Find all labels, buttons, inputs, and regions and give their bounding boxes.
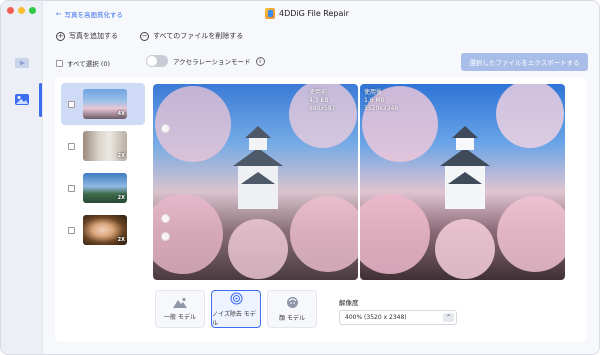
denoise-icon (230, 292, 242, 304)
castle-illustration (360, 84, 565, 279)
resolution-label: 解像度 (339, 299, 359, 307)
thumbnail-item[interactable]: 2X (61, 125, 145, 167)
before-size: 4.3 KB (309, 97, 329, 104)
action-row: + 写真を追加する − すべてのファイルを削除する (56, 31, 243, 41)
after-dims: 3520x2348 (364, 105, 399, 112)
export-button[interactable]: 選択したファイルをエクスポートする (461, 53, 588, 71)
acceleration-label: アクセラレーションモード (173, 58, 251, 66)
photo-enhance-nav[interactable] (12, 91, 32, 107)
workspace-panel: 4X 2X 2X 2X 使用前 4.3 KB 880x587 使用後 1.6 M… (55, 77, 587, 342)
model-label: 顔 モデル (279, 315, 305, 322)
select-all-checkbox[interactable] (56, 59, 63, 67)
general-model-button[interactable]: 一般 モデル (155, 290, 205, 328)
scale-badge: 4X (117, 111, 125, 117)
after-image-pane[interactable]: 使用後 1.6 MB 3520x2348 (360, 84, 565, 280)
thumbnail-item[interactable]: 2X (61, 167, 145, 209)
minimize-dot[interactable] (18, 7, 25, 14)
app-title-text: 4DDiG File Repair (279, 9, 349, 18)
thumbnail-checkbox[interactable] (68, 143, 75, 150)
select-all-label: すべて選択 (0) (67, 60, 111, 68)
selection-toolbar: すべて選択 (0) アクセラレーションモード i 選択したファイルをエクスポート… (56, 53, 588, 71)
thumbnail-item[interactable]: 2X (61, 209, 145, 251)
back-link[interactable]: ← 写真を高画質化する (56, 9, 123, 19)
acceleration-mode: アクセラレーションモード i (146, 55, 265, 67)
thumbnail-checkbox[interactable] (68, 185, 75, 192)
before-after-compare: 使用前 4.3 KB 880x587 使用後 1.6 MB 3520x2348 (153, 84, 565, 280)
plus-circle-icon: + (56, 31, 65, 41)
scale-badge: 2X (117, 195, 125, 201)
chevron-updown-icon: ⌃ (443, 313, 454, 322)
model-selector: 一般 モデル ノイズ除去 モデル 顔 モデル (155, 290, 317, 328)
video-icon (15, 58, 29, 68)
face-model-button[interactable]: 顔 モデル (267, 290, 317, 328)
info-icon[interactable]: i (255, 56, 265, 66)
zoom-handle-bottom[interactable] (161, 232, 170, 241)
zoom-handle-middle[interactable] (161, 214, 170, 223)
delete-all-label: すべてのファイルを削除する (153, 32, 244, 40)
thumbnail-checkbox[interactable] (68, 101, 75, 108)
active-indicator (39, 83, 42, 117)
thumbnail-item[interactable]: 4X (61, 83, 145, 125)
model-label: 一般 モデル (164, 314, 196, 321)
landscape-icon (173, 297, 187, 308)
video-repair-nav[interactable] (12, 55, 32, 71)
main-area: ← 写真を高画質化する 4DDiG File Repair + 写真を追加する … (43, 1, 599, 354)
before-label: 使用前 (309, 89, 328, 96)
face-icon (286, 297, 298, 308)
denoise-model-button[interactable]: ノイズ除去 モデル (211, 290, 261, 328)
left-rail (1, 1, 43, 354)
minus-circle-icon: − (140, 31, 149, 41)
zoom-handle-top[interactable] (161, 124, 170, 133)
castle-illustration (153, 84, 358, 279)
after-info: 使用後 1.6 MB 3520x2348 (364, 89, 398, 113)
add-photo-button[interactable]: + 写真を追加する (56, 31, 118, 41)
close-dot[interactable] (7, 7, 14, 14)
before-dims: 880x587 (309, 105, 336, 112)
window-controls (7, 7, 36, 14)
scale-badge: 2X (117, 237, 125, 243)
before-image-pane[interactable]: 使用前 4.3 KB 880x587 (153, 84, 358, 280)
thumbnail-image[interactable]: 2X (83, 131, 127, 161)
acceleration-toggle[interactable] (146, 55, 168, 67)
select-all[interactable]: すべて選択 (0) (56, 58, 110, 68)
topbar: ← 写真を高画質化する 4DDiG File Repair (43, 1, 599, 25)
thumbnail-image[interactable]: 4X (83, 89, 127, 119)
thumbnail-list: 4X 2X 2X 2X (61, 83, 145, 251)
app-logo-icon (265, 8, 275, 19)
thumbnail-image[interactable]: 2X (83, 173, 127, 203)
resolution-value: 400% (3520 x 2348) (345, 314, 407, 321)
app-title: 4DDiG File Repair (265, 8, 349, 19)
photo-icon (15, 93, 29, 105)
after-label: 使用後 (364, 89, 383, 96)
thumbnail-checkbox[interactable] (68, 227, 75, 234)
before-info: 使用前 4.3 KB 880x587 (309, 89, 335, 113)
resolution-select[interactable]: 400% (3520 x 2348) ⌃ (339, 310, 457, 325)
delete-all-button[interactable]: − すべてのファイルを削除する (140, 31, 243, 41)
after-size: 1.6 MB (364, 97, 385, 104)
arrow-left-icon: ← (56, 10, 62, 18)
scale-badge: 2X (117, 153, 125, 159)
thumbnail-image[interactable]: 2X (83, 215, 127, 245)
app-window: ← 写真を高画質化する 4DDiG File Repair + 写真を追加する … (0, 0, 600, 355)
back-label: 写真を高画質化する (64, 11, 123, 19)
add-photo-label: 写真を追加する (69, 32, 118, 40)
maximize-dot[interactable] (29, 7, 36, 14)
model-label: ノイズ除去 モデル (212, 310, 256, 327)
